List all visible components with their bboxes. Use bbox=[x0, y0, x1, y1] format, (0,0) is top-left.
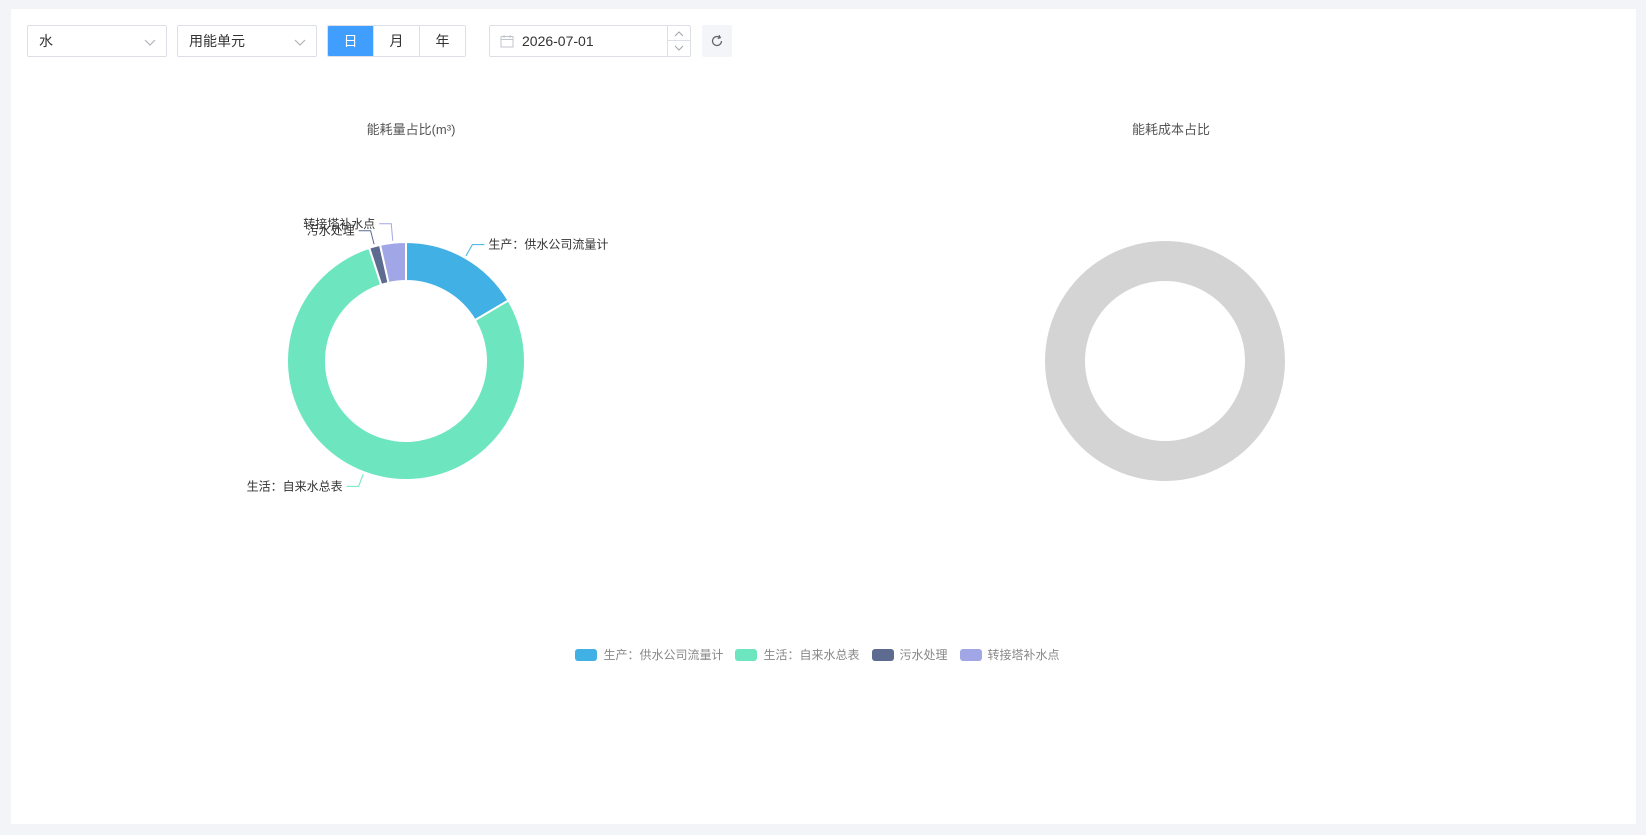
slice-label: 生产：供水公司流量计 bbox=[488, 238, 608, 252]
slice-leader-line bbox=[465, 244, 485, 257]
slice-leader-line bbox=[379, 223, 394, 241]
chart-legend: 生产：供水公司流量计 生活：自来水总表 污水处理 转接塔补水点 bbox=[11, 646, 1636, 663]
legend-swatch bbox=[959, 648, 982, 661]
legend-swatch bbox=[735, 648, 758, 661]
legend-item-production[interactable]: 生产：供水公司流量计 bbox=[575, 646, 723, 663]
slice-label: 转接塔补水点 bbox=[303, 216, 375, 231]
legend-label: 污水处理 bbox=[899, 648, 948, 662]
legend-swatch bbox=[575, 648, 598, 661]
cost-donut-chart bbox=[1044, 241, 1285, 481]
slice-leader-line bbox=[346, 474, 364, 487]
legend-swatch bbox=[871, 648, 894, 661]
slice-leader-line bbox=[358, 230, 375, 245]
legend-label: 生产：供水公司流量计 bbox=[603, 648, 724, 662]
legend-item-tower[interactable]: 转接塔补水点 bbox=[959, 646, 1060, 663]
legend-item-domestic[interactable]: 生活：自来水总表 bbox=[735, 646, 860, 663]
main-panel: 水 用能单元 日 月 年 2026-07-01 能耗量占比(m³) 能耗成本占比… bbox=[11, 9, 1636, 824]
slice-label: 生活：自来水总表 bbox=[247, 479, 343, 493]
legend-label: 转接塔补水点 bbox=[987, 648, 1060, 662]
usage-donut-chart: 生产：供水公司流量计生活：自来水总表污水处理转接塔补水点 bbox=[247, 216, 609, 494]
empty-ring bbox=[1044, 241, 1285, 481]
legend-label: 生活：自来水总表 bbox=[763, 648, 860, 662]
legend-item-sewage[interactable]: 污水处理 bbox=[871, 646, 948, 663]
